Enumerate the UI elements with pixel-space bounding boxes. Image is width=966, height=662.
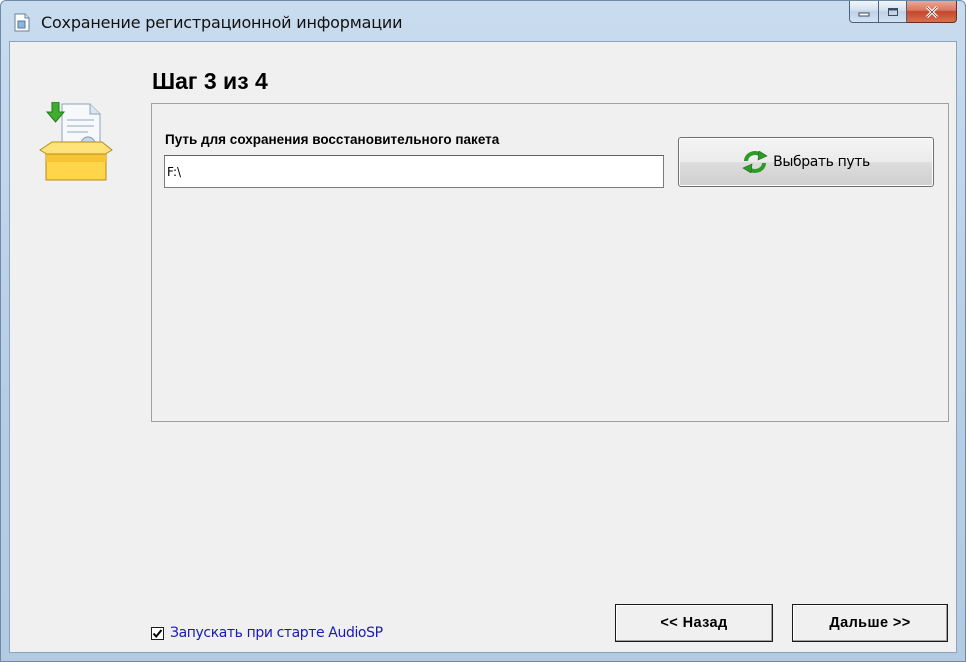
back-button[interactable]: << Назад [615, 604, 773, 642]
package-box-icon [39, 102, 113, 181]
checkmark-icon [152, 628, 163, 638]
maximize-button[interactable] [879, 1, 907, 23]
close-button[interactable] [907, 1, 957, 23]
autostart-checkbox[interactable] [151, 626, 164, 640]
step-title: Шаг 3 из 4 [152, 68, 268, 94]
caption-buttons [849, 1, 957, 23]
next-button[interactable]: Дальше >> [792, 604, 948, 642]
dialog-window: Сохранение регистрационной информации Ша… [0, 0, 966, 662]
window-title: Сохранение регистрационной информации [41, 13, 403, 32]
choose-path-button[interactable]: Выбрать путь [678, 137, 934, 187]
autostart-label: Запускать при старте AudioSP [170, 625, 383, 641]
minimize-icon [858, 12, 870, 16]
dialog-client-area: Шаг 3 из 4 Путь для сохранения восстанов… [9, 41, 957, 653]
document-icon [14, 13, 30, 32]
maximize-icon [887, 7, 898, 16]
minimize-button[interactable] [849, 1, 879, 23]
save-path-label: Путь для сохранения восстановительного п… [165, 132, 500, 147]
refresh-icon [742, 151, 768, 173]
autostart-option[interactable]: Запускать при старте AudioSP [151, 625, 383, 641]
choose-path-label: Выбрать путь [773, 154, 870, 170]
settings-panel: Путь для сохранения восстановительного п… [151, 103, 949, 422]
title-bar[interactable]: Сохранение регистрационной информации [1, 1, 965, 41]
close-icon [925, 5, 938, 18]
save-path-input[interactable] [164, 155, 664, 188]
